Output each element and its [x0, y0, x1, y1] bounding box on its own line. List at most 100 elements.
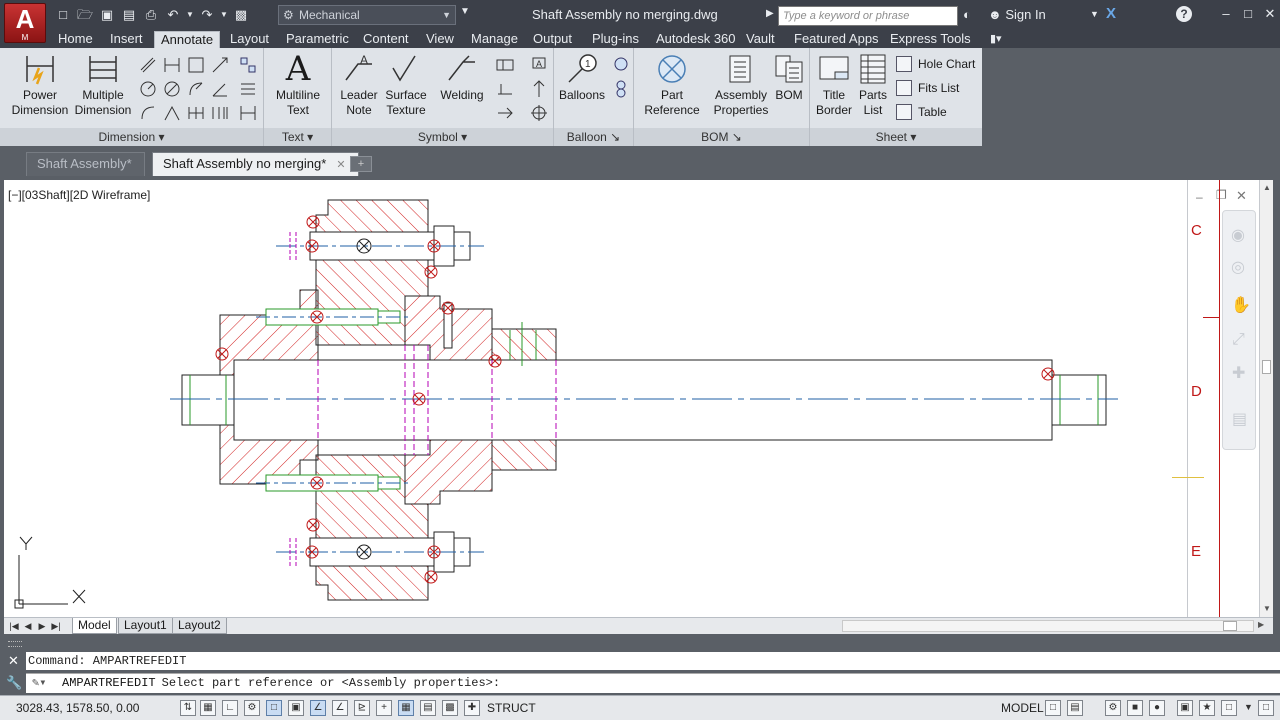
- prev-layout-icon[interactable]: ◀: [22, 619, 34, 633]
- coordinates-readout[interactable]: 3028.43, 1578.50, 0.00: [16, 701, 139, 715]
- balloon-align-icon[interactable]: [610, 78, 630, 98]
- table-button[interactable]: Table: [896, 103, 947, 121]
- edge-symbol-icon[interactable]: [494, 102, 514, 122]
- fits-list-button[interactable]: Fits List: [896, 79, 959, 97]
- am-snap-icon[interactable]: ✚: [464, 700, 480, 716]
- dynamic-input-icon[interactable]: ⊵: [354, 700, 370, 716]
- object-snap-tracking-icon[interactable]: ∠: [310, 700, 326, 716]
- layout-tab-layout2[interactable]: Layout2: [172, 618, 227, 634]
- struct-toggle[interactable]: STRUCT: [487, 701, 536, 715]
- plot-icon[interactable]: ▩: [232, 6, 250, 24]
- fullscreen-icon[interactable]: □: [1258, 700, 1274, 716]
- continue-dimension-icon[interactable]: [185, 102, 205, 122]
- close-command-icon[interactable]: ✕: [8, 653, 19, 669]
- tab-home[interactable]: Home: [52, 31, 99, 48]
- tab-output[interactable]: Output: [527, 31, 578, 48]
- dimension-arrange-icon[interactable]: [237, 102, 257, 122]
- new-tab-icon[interactable]: +: [350, 156, 372, 172]
- panel-title-text[interactable]: Text ▾: [264, 128, 331, 146]
- assembly-properties-button[interactable]: Assembly Properties: [710, 52, 772, 118]
- balloon-edit-icon[interactable]: [610, 54, 630, 74]
- close-icon[interactable]: ✕: [1260, 5, 1280, 23]
- quick-view-drawings-icon[interactable]: ▤: [1067, 700, 1083, 716]
- tab-annotate[interactable]: Annotate: [154, 31, 221, 48]
- tab-insert[interactable]: Insert: [104, 31, 149, 48]
- panel-title-dimension[interactable]: Dimension ▾: [0, 128, 263, 146]
- open-icon[interactable]: 🗁: [76, 6, 94, 24]
- angular-dimension-icon[interactable]: [209, 78, 229, 98]
- chevron-right-icon[interactable]: ▶: [766, 8, 774, 19]
- multiline-text-button[interactable]: A Multiline Text: [268, 52, 328, 118]
- lineweight-icon[interactable]: +: [376, 700, 392, 716]
- model-space-toggle[interactable]: MODEL: [1001, 701, 1044, 715]
- quick-properties-icon[interactable]: ▤: [420, 700, 436, 716]
- application-menu-button[interactable]: A M: [4, 3, 46, 43]
- object-snap-icon[interactable]: ▣: [288, 700, 304, 716]
- panel-title-balloon[interactable]: Balloon ↘: [554, 128, 633, 146]
- exchange-apps-icon[interactable]: X: [1106, 5, 1116, 22]
- wrench-icon[interactable]: 🔧: [6, 675, 22, 691]
- center-mark-icon[interactable]: [528, 102, 548, 122]
- save-as-icon[interactable]: ▤: [120, 6, 138, 24]
- help-icon[interactable]: ?: [1176, 6, 1192, 22]
- horizontal-scrollbar[interactable]: [842, 620, 1254, 632]
- workspace-switching-icon[interactable]: ⚙: [1105, 700, 1121, 716]
- command-grip[interactable]: [8, 641, 22, 647]
- new-icon[interactable]: □: [54, 6, 72, 24]
- zoom-extents-icon[interactable]: ⤢: [1232, 331, 1245, 349]
- tab-autodesk-360[interactable]: Autodesk 360: [650, 31, 742, 48]
- zoom-wheel-icon[interactable]: ◎: [1231, 257, 1245, 277]
- vertical-scrollbar[interactable]: ▲ ▼: [1259, 180, 1273, 617]
- datum-identifier-icon[interactable]: A: [528, 54, 548, 74]
- aligned-dimension-icon[interactable]: [137, 54, 157, 74]
- part-reference-button[interactable]: Part Reference: [640, 52, 704, 118]
- first-layout-icon[interactable]: |◀: [8, 619, 20, 633]
- viewport-close-icon[interactable]: ✕: [1236, 188, 1247, 204]
- tab-manage[interactable]: Manage: [465, 31, 524, 48]
- title-border-button[interactable]: Title Border: [814, 52, 854, 118]
- ribbon-minimize-icon[interactable]: ▮▾: [990, 32, 1002, 45]
- power-dimension-button[interactable]: Power Dimension: [8, 52, 72, 118]
- welding-button[interactable]: Welding: [434, 52, 490, 103]
- steeringwheel-icon[interactable]: ◉: [1231, 225, 1245, 245]
- qat-customize-icon[interactable]: ▼: [460, 6, 470, 17]
- selection-cycling-icon[interactable]: ▩: [442, 700, 458, 716]
- hardware-acceleration-icon[interactable]: ●: [1149, 700, 1165, 716]
- scroll-up-icon[interactable]: ▲: [1263, 183, 1271, 192]
- print-icon[interactable]: ⎙: [142, 6, 160, 24]
- lock-ui-icon[interactable]: ■: [1127, 700, 1143, 716]
- infer-constraints-icon[interactable]: ⇅: [180, 700, 196, 716]
- sign-in-button[interactable]: ☻ Sign In: [988, 7, 1046, 22]
- vertical-scroll-thumb[interactable]: [1262, 360, 1271, 374]
- multiple-dimension-button[interactable]: Multiple Dimension: [72, 52, 134, 118]
- panel-title-symbol[interactable]: Symbol ▾: [332, 128, 553, 146]
- close-tab-icon[interactable]: ✕: [336, 159, 345, 171]
- dynamic-ucs-icon[interactable]: ∠: [332, 700, 348, 716]
- doc-tab-shaft-assembly[interactable]: Shaft Assembly*: [26, 152, 145, 176]
- diameter-dimension-icon[interactable]: [161, 78, 181, 98]
- undo-dropdown-icon[interactable]: ▼: [186, 6, 194, 24]
- undo-icon[interactable]: ↶: [164, 6, 182, 24]
- isolate-objects-icon[interactable]: ▣: [1177, 700, 1193, 716]
- tab-vault[interactable]: Vault: [740, 31, 781, 48]
- lightbulb-icon[interactable]: ★: [1199, 700, 1215, 716]
- maximize-icon[interactable]: □: [1238, 5, 1258, 23]
- panel-title-bom[interactable]: BOM ↘: [634, 128, 809, 146]
- last-layout-icon[interactable]: ▶|: [50, 619, 62, 633]
- minimize-icon[interactable]: –: [1216, 5, 1236, 23]
- panel-title-sheet[interactable]: Sheet ▾: [810, 128, 982, 146]
- baseline-dimension-icon[interactable]: [185, 54, 205, 74]
- orbit-icon[interactable]: ✚: [1232, 363, 1245, 383]
- polar-tracking-icon[interactable]: □: [266, 700, 282, 716]
- tab-express-tools[interactable]: Express Tools: [884, 31, 977, 48]
- save-icon[interactable]: ▣: [98, 6, 116, 24]
- tab-parametric[interactable]: Parametric: [280, 31, 355, 48]
- layout-tab-model[interactable]: Model: [72, 618, 117, 634]
- showmotion-icon[interactable]: ▤: [1232, 409, 1247, 429]
- jogged-dimension-icon[interactable]: [185, 78, 205, 98]
- dimension-edit-icon[interactable]: [237, 54, 257, 74]
- chamfer-dimension-icon[interactable]: [161, 102, 181, 122]
- ordinate-dimension-icon[interactable]: [209, 54, 229, 74]
- horizontal-scroll-thumb[interactable]: [1223, 621, 1237, 631]
- datum-target-icon[interactable]: [494, 78, 514, 98]
